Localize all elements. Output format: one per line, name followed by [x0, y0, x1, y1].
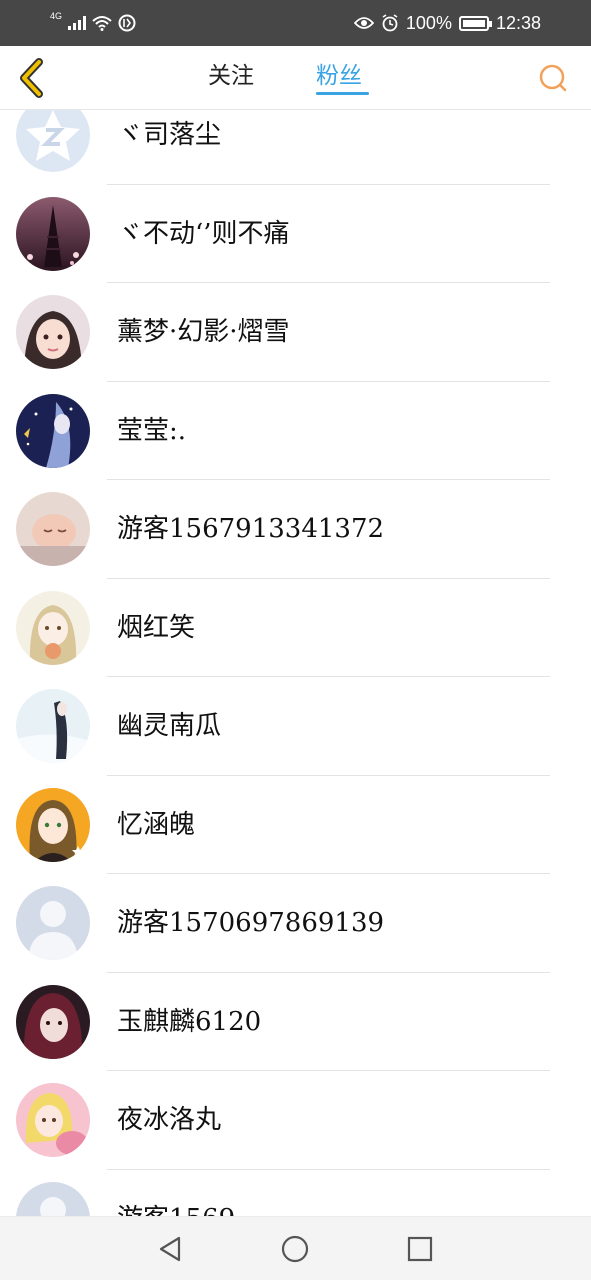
active-tab-indicator — [316, 92, 369, 95]
avatar[interactable] — [16, 689, 90, 763]
search-button[interactable] — [535, 60, 571, 96]
clock: 12:38 — [495, 12, 541, 33]
nav-recents-button[interactable] — [400, 1229, 440, 1269]
system-nav-bar — [0, 1216, 591, 1280]
fan-name: 忆涵魄 — [117, 809, 196, 840]
avatar[interactable] — [16, 1181, 90, 1216]
fan-list-item[interactable]: 游客1567913341372 — [0, 480, 591, 579]
fan-list-item[interactable]: 游客1569... — [0, 1170, 591, 1217]
fans-list-inner: ヾ司落尘ヾ不动‘’则不痛 薰梦·幻影·熠雪 莹莹:. 游客1567913341372 烟… — [0, 110, 591, 1216]
fan-list-item[interactable]: 游客1570697869139 — [0, 874, 591, 973]
header: 关注 粉丝 — [0, 46, 591, 110]
avatar[interactable] — [16, 295, 90, 369]
avatar[interactable] — [16, 984, 90, 1059]
triangle-back-icon — [159, 1236, 181, 1262]
signal-icon — [68, 16, 87, 30]
fan-list-item[interactable]: 薰梦·幻影·熠雪 — [0, 283, 591, 382]
alarm-icon — [382, 14, 398, 32]
fan-list-item[interactable]: 玉麒麟6120 — [0, 973, 591, 1071]
data-saver-icon — [118, 14, 136, 32]
fan-list-item[interactable]: 忆涵魄 — [0, 776, 591, 874]
back-button[interactable] — [12, 56, 52, 100]
nav-back-button[interactable] — [150, 1229, 190, 1269]
battery-fill — [462, 19, 485, 27]
battery-icon — [458, 15, 492, 31]
status-left: 4G — [50, 10, 136, 36]
avatar[interactable] — [16, 590, 90, 665]
fan-name: 薰梦·幻影·熠雪 — [117, 317, 290, 347]
tab-following[interactable]: 关注 — [208, 60, 254, 100]
fan-name: 幽灵南瓜 — [117, 711, 222, 741]
avatar[interactable] — [16, 196, 90, 271]
eye-comfort-icon — [353, 17, 374, 29]
avatar[interactable] — [16, 110, 90, 172]
fan-name: ヾ不动‘’则不痛 — [117, 218, 290, 249]
fan-list-item[interactable]: 莹莹:. — [0, 382, 591, 480]
avatar[interactable] — [16, 787, 90, 862]
avatar[interactable] — [16, 1083, 90, 1157]
fan-list-item[interactable]: 烟红笑 — [0, 579, 591, 677]
status-bar: 4G 100% 12:38 — [0, 0, 591, 46]
avatar[interactable] — [16, 492, 90, 566]
fan-name: 玉麒麟6120 — [117, 1006, 262, 1037]
fan-name: 莹莹:. — [117, 415, 187, 446]
square-recents-icon — [407, 1236, 433, 1262]
fan-list-item[interactable]: ヾ不动‘’则不痛 — [0, 185, 591, 283]
status-right: 100% 12:38 — [353, 10, 541, 36]
avatar[interactable] — [16, 886, 90, 960]
fan-list-item[interactable]: 幽灵南瓜 — [0, 677, 591, 776]
fan-name: 夜冰洛丸 — [117, 1105, 222, 1135]
chevron-left-icon — [20, 58, 43, 98]
fans-list[interactable]: ヾ司落尘ヾ不动‘’则不痛 薰梦·幻影·熠雪 莹莹:. 游客1567913341372 烟… — [0, 110, 591, 1216]
wifi-icon — [92, 16, 112, 31]
fan-name: 烟红笑 — [117, 612, 196, 643]
fan-list-item[interactable]: ヾ司落尘 — [0, 110, 591, 185]
avatar[interactable] — [16, 393, 90, 468]
circle-home-icon — [281, 1235, 309, 1263]
fan-list-item[interactable]: 夜冰洛丸 — [0, 1071, 591, 1170]
fan-name: 游客1569... — [117, 1200, 260, 1217]
fan-name: 游客1570697869139 — [117, 908, 385, 938]
search-icon — [539, 64, 567, 92]
network-type: 4G — [50, 11, 63, 21]
fan-name: 游客1567913341372 — [117, 514, 385, 544]
nav-home-button[interactable] — [275, 1229, 315, 1269]
battery-percent: 100% — [405, 12, 452, 33]
fan-name: ヾ司落尘 — [117, 120, 222, 150]
